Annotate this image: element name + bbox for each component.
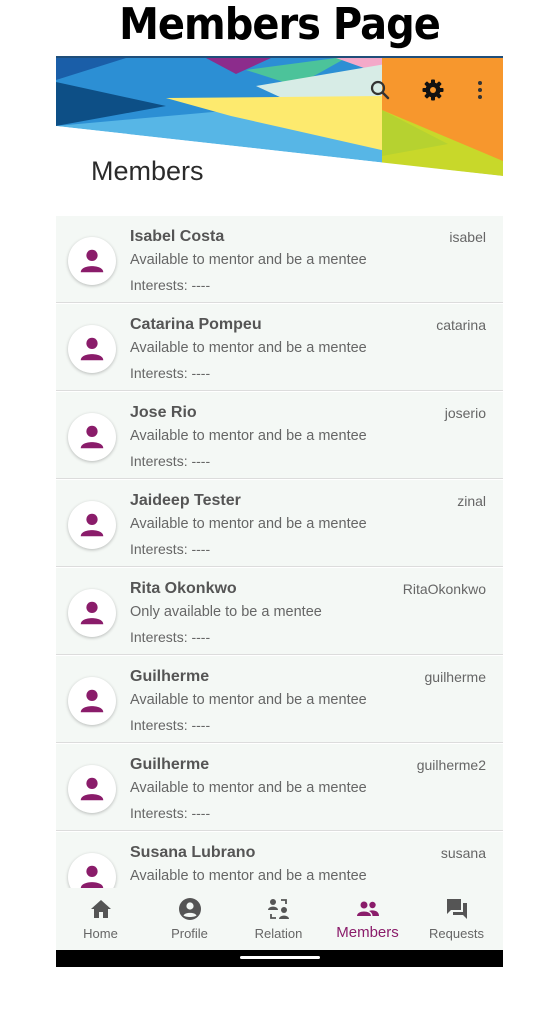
- nav-item-requests[interactable]: Requests: [412, 888, 501, 950]
- member-availability: Available to mentor and be a mentee: [130, 340, 367, 356]
- nav-item-members[interactable]: Members: [323, 888, 412, 950]
- system-navigation-bar: [56, 950, 503, 967]
- member-interests: Interests: ----: [130, 717, 211, 733]
- member-list-item[interactable]: Guilherme guilherme Available to mentor an…: [56, 656, 503, 743]
- member-list-item[interactable]: Susana Lubrano susana Available to mentor …: [56, 832, 503, 888]
- member-interests: Interests: ----: [130, 805, 211, 821]
- page-title: Members: [91, 156, 204, 186]
- avatar: [68, 677, 116, 725]
- requests-icon: [447, 899, 467, 919]
- gear-icon[interactable]: [421, 78, 445, 102]
- phone-screen: Members Isabel Costa isabel Available to m…: [56, 56, 503, 967]
- app-header: Members: [56, 56, 503, 216]
- member-username: joserio: [444, 405, 486, 421]
- member-name: Catarina Pompeu: [130, 316, 262, 333]
- member-username: zinal: [457, 493, 486, 509]
- member-username: guilherme2: [416, 757, 486, 773]
- nav-label-relation: Relation: [254, 926, 303, 941]
- member-interests: Interests: ----: [130, 277, 211, 293]
- avatar: [68, 325, 116, 373]
- member-username: RitaOkonkwo: [402, 581, 486, 597]
- member-list-item[interactable]: Guilherme guilherme2 Available to mentor a…: [56, 744, 503, 831]
- more-vert-icon[interactable]: [468, 78, 492, 102]
- member-availability: Available to mentor and be a mentee: [130, 252, 367, 268]
- member-list-item[interactable]: Rita Okonkwo RitaOkonkwo Only available to…: [56, 568, 503, 655]
- member-interests: Interests: ----: [130, 541, 211, 557]
- nav-label-home: Home: [83, 926, 118, 941]
- profile-icon: [179, 898, 201, 920]
- relation-icon: [268, 899, 289, 919]
- member-name: Rita Okonkwo: [130, 580, 237, 597]
- member-availability: Available to mentor and be a mentee: [130, 780, 367, 796]
- member-list-item[interactable]: Catarina Pompeu catarina Available to ment…: [56, 304, 503, 391]
- member-availability: Available to mentor and be a mentee: [130, 692, 367, 708]
- member-interests: Interests: ----: [130, 365, 211, 381]
- avatar: [68, 853, 116, 888]
- home-gesture-pill[interactable]: [240, 956, 320, 959]
- member-username: catarina: [436, 317, 486, 333]
- members-icon: [357, 901, 379, 916]
- home-icon: [91, 900, 111, 918]
- member-name: Susana Lubrano: [130, 844, 256, 861]
- member-list-item[interactable]: Jose Rio joserio Available to mentor and b…: [56, 392, 503, 479]
- member-name: Jose Rio: [130, 404, 197, 421]
- avatar: [68, 765, 116, 813]
- avatar: [68, 589, 116, 637]
- member-list-item[interactable]: Jaideep Tester zinal Available to mentor a…: [56, 480, 503, 567]
- member-interests: Interests: ----: [130, 629, 211, 645]
- search-icon[interactable]: [368, 78, 392, 102]
- avatar: [68, 237, 116, 285]
- nav-label-requests: Requests: [429, 926, 484, 941]
- nav-label-members: Members: [336, 924, 399, 941]
- bottom-navigation: Home Profile Relation Members Requests: [56, 888, 503, 950]
- nav-label-profile: Profile: [171, 926, 208, 941]
- avatar: [68, 501, 116, 549]
- members-list[interactable]: Isabel Costa isabel Available to mentor an…: [56, 216, 503, 888]
- member-username: guilherme: [424, 669, 486, 685]
- member-name: Guilherme: [130, 756, 210, 773]
- member-name: Guilherme: [130, 668, 210, 685]
- member-interests: Interests: ----: [130, 453, 211, 469]
- nav-item-home[interactable]: Home: [56, 888, 145, 950]
- page-caption: Members Page: [119, 0, 441, 50]
- member-name: Jaideep Tester: [130, 492, 241, 509]
- member-list-item[interactable]: Isabel Costa isabel Available to mentor an…: [56, 216, 503, 303]
- avatar: [68, 413, 116, 461]
- member-availability: Available to mentor and be a mentee: [130, 516, 367, 532]
- member-availability: Available to mentor and be a mentee: [130, 428, 367, 444]
- member-availability: Available to mentor and be a mentee: [130, 868, 367, 884]
- member-name: Isabel Costa: [130, 228, 225, 245]
- nav-item-profile[interactable]: Profile: [145, 888, 234, 950]
- member-username: isabel: [449, 229, 486, 245]
- member-username: susana: [440, 845, 486, 861]
- nav-item-relation[interactable]: Relation: [234, 888, 323, 950]
- member-availability: Only available to be a mentee: [130, 604, 322, 620]
